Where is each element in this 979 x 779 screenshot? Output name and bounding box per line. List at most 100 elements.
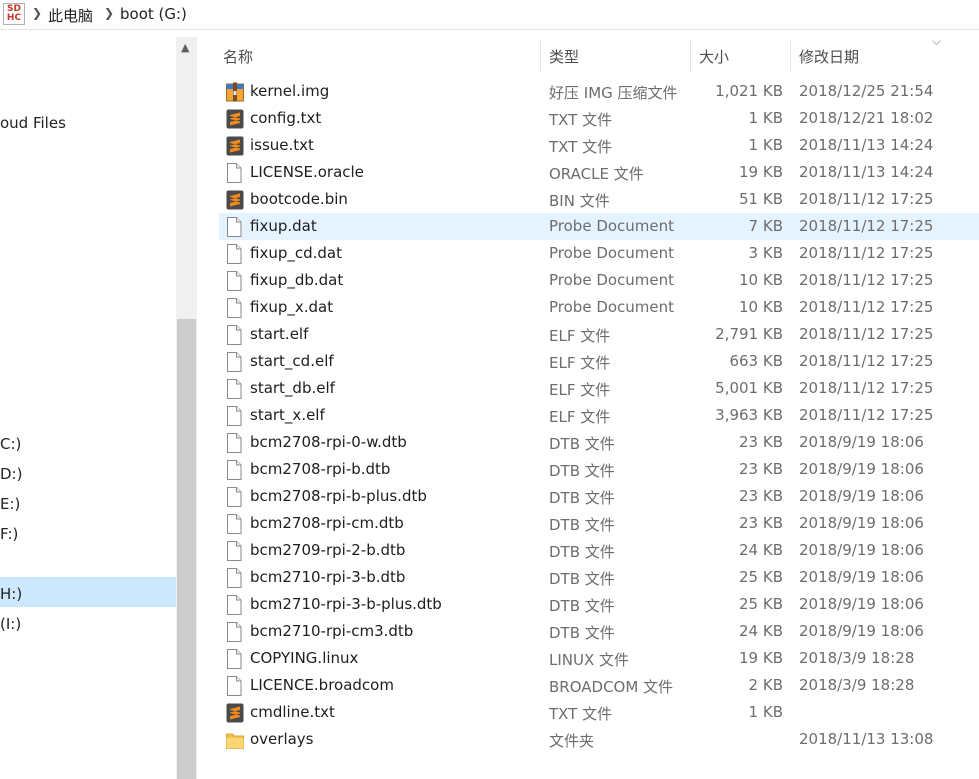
archive-icon	[226, 82, 244, 102]
file-name: bcm2710-rpi-3-b.dtb	[250, 568, 406, 586]
file-type: ORACLE 文件	[549, 165, 644, 183]
file-type: DTB 文件	[549, 570, 615, 588]
file-type: TXT 文件	[549, 111, 613, 129]
file-name: start_cd.elf	[250, 352, 334, 370]
file-date: 2018/11/12 17:25	[799, 352, 934, 370]
address-bar[interactable]: SD HC ❯ 此电脑 ❯ boot (G:)	[0, 0, 979, 30]
file-row[interactable]: overlays 文件夹 2018/11/13 13:08	[219, 726, 979, 753]
nav-item-drive-c[interactable]: C:)	[0, 435, 21, 453]
file-row[interactable]: start_x.elf ELF 文件 3,963 KB 2018/11/12 17:2…	[219, 402, 979, 429]
file-row[interactable]: LICENSE.oracle ORACLE 文件 19 KB 2018/11/13 1…	[219, 159, 979, 186]
file-row[interactable]: fixup_db.dat Probe Document 10 KB 2018/11/1…	[219, 267, 979, 294]
file-row[interactable]: bcm2708-rpi-b.dtb DTB 文件 23 KB 2018/9/19 18…	[219, 456, 979, 483]
file-name: COPYING.linux	[250, 649, 359, 667]
file-row[interactable]: COPYING.linux LINUX 文件 19 KB 2018/3/9 18:28	[219, 645, 979, 672]
column-divider[interactable]	[690, 40, 691, 72]
scrollbar-thumb[interactable]	[177, 319, 196, 779]
file-name: fixup_cd.dat	[250, 244, 342, 262]
file-row[interactable]: kernel.img 好压 IMG 压缩文件 1,021 KB 2018/12/25 …	[219, 78, 979, 105]
sublime-icon	[226, 109, 244, 129]
column-date[interactable]: 修改日期	[799, 46, 859, 67]
breadcrumb-this-pc[interactable]: 此电脑	[48, 5, 93, 26]
nav-scrollbar[interactable]: ▲	[176, 37, 197, 779]
file-icon	[226, 541, 244, 561]
file-name: LICENCE.broadcom	[250, 676, 394, 694]
file-date: 2018/11/12 17:25	[799, 271, 934, 289]
file-name: bcm2708-rpi-cm.dtb	[250, 514, 404, 532]
file-row[interactable]: issue.txt TXT 文件 1 KB 2018/11/13 14:24	[219, 132, 979, 159]
file-row[interactable]: fixup_x.dat Probe Document 10 KB 2018/11/12…	[219, 294, 979, 321]
column-divider[interactable]	[790, 40, 791, 72]
file-type: LINUX 文件	[549, 651, 630, 669]
nav-item-drive-i[interactable]: (I:)	[0, 615, 21, 633]
column-divider[interactable]	[540, 40, 541, 72]
file-name: bcm2708-rpi-b-plus.dtb	[250, 487, 427, 505]
file-date: 2018/9/19 18:06	[799, 568, 924, 586]
nav-item-drive-d[interactable]: D:)	[0, 465, 22, 483]
file-size: 2 KB	[748, 676, 783, 694]
nav-item-drive-e[interactable]: E:)	[0, 495, 20, 513]
file-row[interactable]: start.elf ELF 文件 2,791 KB 2018/11/12 17:25	[219, 321, 979, 348]
file-row[interactable]: LICENCE.broadcom BROADCOM 文件 2 KB 2018/3/9 …	[219, 672, 979, 699]
file-size: 19 KB	[739, 163, 783, 181]
file-name: start_x.elf	[250, 406, 325, 424]
file-row[interactable]: bcm2710-rpi-cm3.dtb DTB 文件 24 KB 2018/9/19 …	[219, 618, 979, 645]
file-type: TXT 文件	[549, 705, 613, 723]
file-name: bcm2708-rpi-b.dtb	[250, 460, 391, 478]
file-row[interactable]: fixup.dat Probe Document 7 KB 2018/11/12 17…	[219, 213, 979, 240]
file-row[interactable]: bcm2710-rpi-3-b.dtb DTB 文件 25 KB 2018/9/19 …	[219, 564, 979, 591]
file-size: 25 KB	[739, 568, 783, 586]
file-type: ELF 文件	[549, 381, 611, 399]
file-row[interactable]: start_cd.elf ELF 文件 663 KB 2018/11/12 17:25	[219, 348, 979, 375]
file-row[interactable]: config.txt TXT 文件 1 KB 2018/12/21 18:02	[219, 105, 979, 132]
chevron-down-icon[interactable]: ⌵	[932, 34, 941, 49]
column-size[interactable]: 大小	[699, 46, 729, 67]
file-type: Probe Document	[549, 271, 675, 289]
file-name: overlays	[250, 730, 314, 748]
file-row[interactable]: bcm2708-rpi-cm.dtb DTB 文件 23 KB 2018/9/19 1…	[219, 510, 979, 537]
sublime-icon	[226, 136, 244, 156]
file-size: 663 KB	[729, 352, 783, 370]
file-size: 3,963 KB	[715, 406, 783, 424]
file-date: 2018/11/13 13:08	[799, 730, 934, 748]
file-name: bcm2710-rpi-cm3.dtb	[250, 622, 414, 640]
file-name: bootcode.bin	[250, 190, 348, 208]
chevron-right-icon[interactable]: ❯	[32, 6, 42, 20]
file-name: bcm2708-rpi-0-w.dtb	[250, 433, 407, 451]
file-date: 2018/9/19 18:06	[799, 433, 924, 451]
file-name: config.txt	[250, 109, 322, 127]
column-name[interactable]: 名称	[223, 46, 253, 67]
nav-item-drive-h[interactable]: H:)	[0, 585, 22, 603]
breadcrumb-boot-drive[interactable]: boot (G:)	[120, 5, 187, 23]
file-icon	[226, 244, 244, 264]
scroll-up-icon[interactable]: ▲	[181, 41, 189, 54]
nav-selected-item[interactable]	[0, 577, 176, 607]
file-row[interactable]: bcm2710-rpi-3-b-plus.dtb DTB 文件 25 KB 2018/…	[219, 591, 979, 618]
file-row[interactable]: bcm2709-rpi-2-b.dtb DTB 文件 24 KB 2018/9/19 …	[219, 537, 979, 564]
file-size: 10 KB	[739, 298, 783, 316]
file-size: 7 KB	[748, 217, 783, 235]
file-name: bcm2709-rpi-2-b.dtb	[250, 541, 406, 559]
nav-item-cloud-files[interactable]: oud Files	[0, 114, 66, 132]
file-row[interactable]: bcm2708-rpi-b-plus.dtb DTB 文件 23 KB 2018/9/…	[219, 483, 979, 510]
file-size: 1 KB	[748, 703, 783, 721]
file-row[interactable]: start_db.elf ELF 文件 5,001 KB 2018/11/12 17:…	[219, 375, 979, 402]
file-size: 23 KB	[739, 433, 783, 451]
file-row[interactable]: fixup_cd.dat Probe Document 3 KB 2018/11/12…	[219, 240, 979, 267]
file-type: Probe Document	[549, 298, 675, 316]
column-type[interactable]: 类型	[549, 46, 579, 67]
file-row[interactable]: bcm2708-rpi-0-w.dtb DTB 文件 23 KB 2018/9/19 …	[219, 429, 979, 456]
nav-item-drive-f[interactable]: F:)	[0, 525, 18, 543]
file-date: 2018/9/19 18:06	[799, 622, 924, 640]
sd-icon-text-bottom: HC	[6, 13, 22, 23]
file-date: 2018/3/9 18:28	[799, 649, 915, 667]
file-row[interactable]: bootcode.bin BIN 文件 51 KB 2018/11/12 17:25	[219, 186, 979, 213]
chevron-right-icon[interactable]: ❯	[104, 6, 114, 20]
file-date: 2018/11/12 17:25	[799, 217, 934, 235]
file-size: 19 KB	[739, 649, 783, 667]
file-name: LICENSE.oracle	[250, 163, 364, 181]
column-header: ⌵ 名称 类型 大小 修改日期	[197, 30, 979, 76]
file-date: 2018/11/12 17:25	[799, 190, 934, 208]
file-date: 2018/11/12 17:25	[799, 244, 934, 262]
file-row[interactable]: cmdline.txt TXT 文件 1 KB	[219, 699, 979, 726]
